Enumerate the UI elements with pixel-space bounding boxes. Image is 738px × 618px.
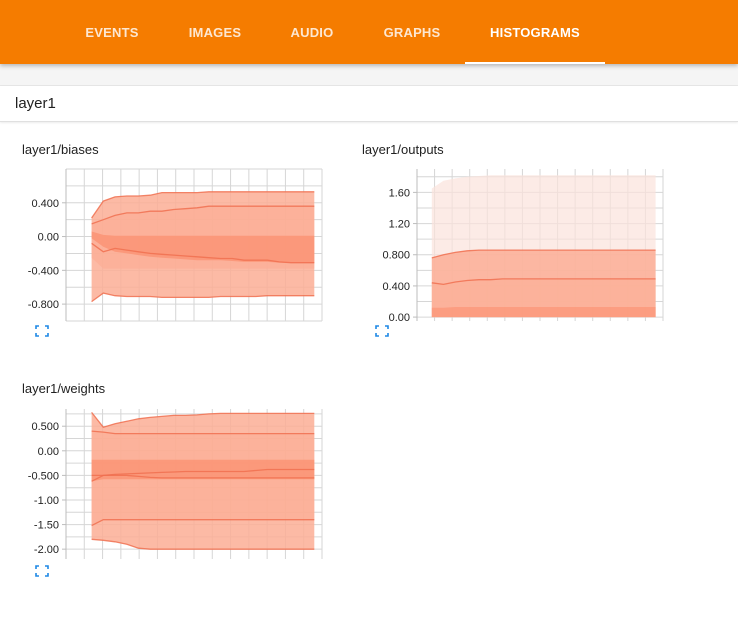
y-tick-label: -0.400 <box>28 265 59 277</box>
expand-icon[interactable] <box>35 324 49 337</box>
y-tick-label: 1.20 <box>389 219 410 231</box>
y-tick-label: 0.800 <box>382 250 410 262</box>
tab-graphs[interactable]: GRAPHS <box>372 0 452 64</box>
y-tick-label: 0.00 <box>389 312 410 324</box>
tab-audio[interactable]: AUDIO <box>276 0 348 64</box>
y-tick-label: -0.500 <box>28 470 59 482</box>
expand-icon[interactable] <box>35 564 49 577</box>
expand-icon[interactable] <box>375 324 389 337</box>
chart-title-outputs: layer1/outputs <box>362 142 444 157</box>
chart-biases: 0.400 0.00 -0.400 -0.800 <box>28 168 323 322</box>
top-nav-bar: EVENTS IMAGES AUDIO GRAPHS HISTOGRAMS <box>0 0 738 64</box>
y-tick-label: -0.800 <box>28 299 59 311</box>
y-tick-label: 0.400 <box>31 198 59 210</box>
tab-histograms[interactable]: HISTOGRAMS <box>465 0 605 64</box>
y-tick-label: -1.00 <box>34 495 59 507</box>
tab-images[interactable]: IMAGES <box>175 0 255 64</box>
chart-title-biases: layer1/biases <box>22 142 99 157</box>
y-tick-label: 0.500 <box>31 421 59 433</box>
expand-icon-glyph <box>35 565 49 577</box>
chart-outputs: 1.60 1.20 0.800 0.400 0.00 <box>382 169 664 324</box>
card-header[interactable]: layer1 <box>0 86 738 122</box>
y-tick-label: 0.400 <box>382 281 410 293</box>
y-tick-label: -1.50 <box>34 520 59 532</box>
expand-icon-glyph <box>375 325 389 337</box>
expand-icon-glyph <box>35 325 49 337</box>
card-title: layer1 <box>15 95 56 112</box>
chart-weights: 0.500 0.00 -0.500 -1.00 -1.50 -2.00 <box>28 409 323 559</box>
chart-title-weights: layer1/weights <box>22 381 106 396</box>
y-tick-label: -2.00 <box>34 544 59 556</box>
histogram-band <box>431 307 656 318</box>
tab-events[interactable]: EVENTS <box>72 0 152 64</box>
y-tick-label: 1.60 <box>389 187 410 199</box>
y-tick-label: 0.00 <box>38 446 59 458</box>
y-tick-label: 0.00 <box>38 232 59 244</box>
active-tab-indicator <box>465 62 605 64</box>
histogram-card: layer1 layer1/biases 0.400 0.00 -0.400 -0.8… <box>0 85 738 618</box>
